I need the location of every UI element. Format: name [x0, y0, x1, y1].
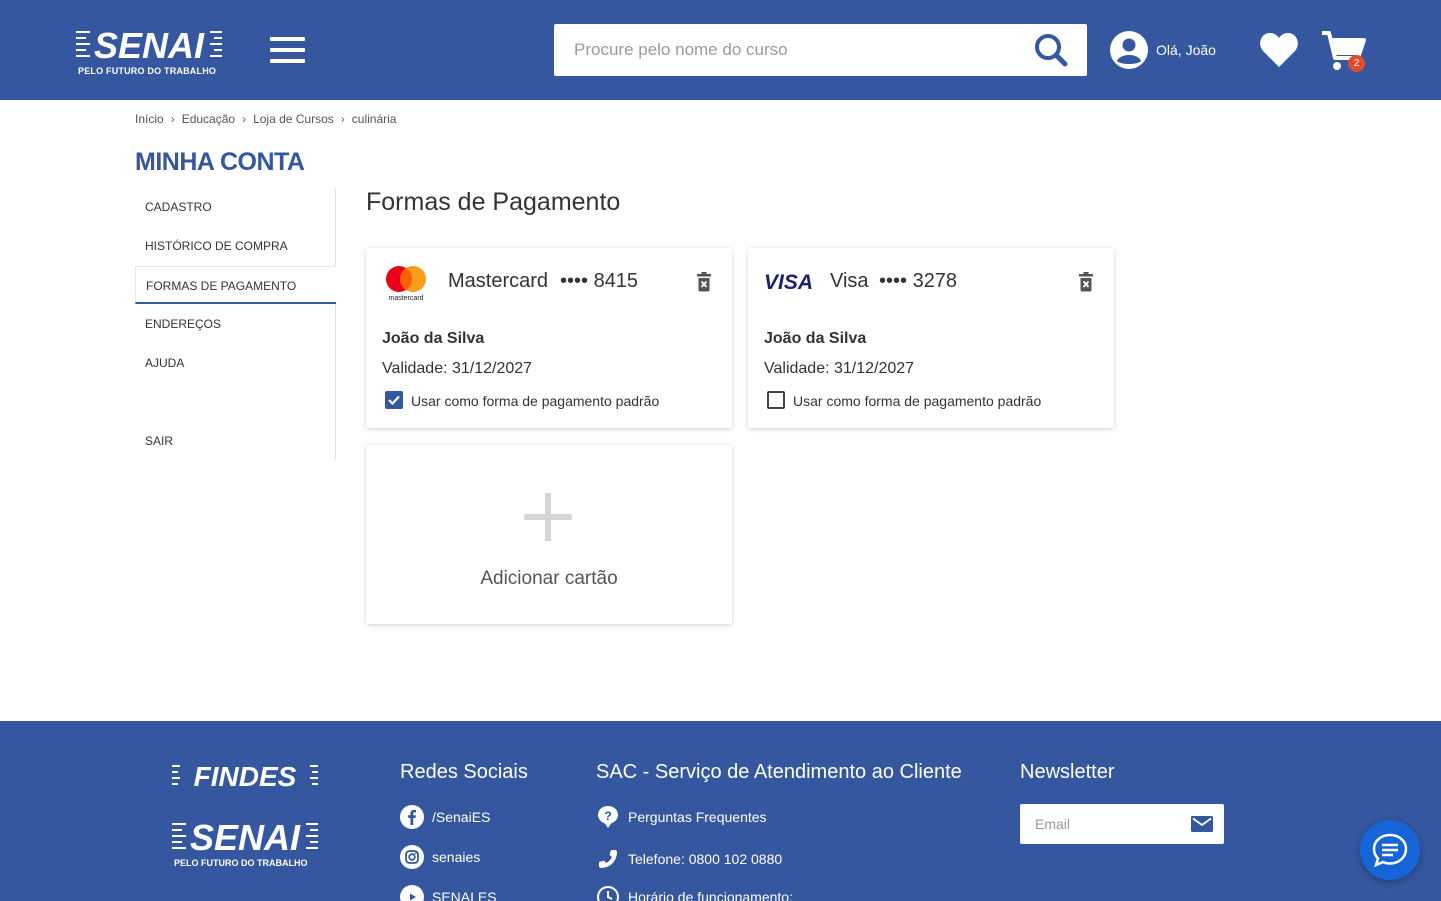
favorites-button[interactable] [1258, 30, 1300, 70]
menu-icon-bar [270, 59, 305, 63]
newsletter-title: Newsletter [1020, 761, 1115, 783]
menu-button[interactable] [270, 37, 306, 63]
chevron-right-icon: › [242, 112, 247, 126]
cart-count-badge: 2 [1348, 55, 1365, 72]
breadcrumb-education[interactable]: Educação [182, 112, 235, 126]
breadcrumb-home[interactable]: Início [135, 112, 164, 126]
svg-text:SENAI: SENAI [190, 818, 301, 858]
card-last-digits: •••• 3278 [879, 270, 958, 292]
search-input[interactable] [554, 24, 1024, 76]
clock-icon [597, 886, 619, 901]
payment-card-mastercard: mastercard Mastercard •••• 8415 João da … [366, 248, 732, 428]
card-brand-name: Visa [830, 270, 869, 292]
default-payment-label: Usar como forma de pagamento padrão [793, 393, 1042, 409]
sac-link-hours[interactable]: Horário de funcionamento: [596, 885, 793, 901]
search-icon [1035, 34, 1068, 67]
svg-text:?: ? [604, 809, 611, 823]
chat-button[interactable] [1360, 820, 1420, 880]
sac-link-label: Perguntas Frequentes [628, 809, 767, 825]
breadcrumb: Início › Educação › Loja de Cursos › cul… [135, 112, 396, 126]
payment-card-visa: VISA Visa •••• 3278 João da Silva Valida… [748, 248, 1114, 428]
logo-tagline: PELO FUTURO DO TRABALHO [78, 66, 217, 76]
sac-link-phone[interactable]: Telefone: 0800 102 0880 [596, 847, 782, 871]
menu-icon-bar [270, 48, 305, 52]
newsletter-submit-button[interactable] [1190, 814, 1214, 834]
add-card-label: Adicionar cartão [480, 568, 618, 589]
trash-icon [697, 272, 711, 292]
envelope-icon [1191, 816, 1213, 832]
default-payment-checkbox[interactable] [767, 391, 785, 409]
user-icon [1110, 31, 1148, 69]
svg-text:PELO FUTURO DO TRABALHO: PELO FUTURO DO TRABALHO [174, 858, 308, 868]
social-link-label: SENAI ES [432, 889, 497, 901]
account-sidebar: CADASTRO HISTÓRICO DE COMPRA FORMAS DE P… [135, 188, 336, 460]
social-link-facebook[interactable]: /SenaiES [400, 805, 490, 829]
heart-icon [1260, 33, 1298, 67]
sidebar-item-historico[interactable]: HISTÓRICO DE COMPRA [135, 227, 336, 265]
chevron-right-icon: › [340, 112, 345, 126]
svg-text:mastercard: mastercard [388, 295, 423, 302]
social-link-label: /SenaiES [432, 809, 491, 825]
newsletter-email-input[interactable] [1020, 804, 1180, 844]
page-title: Formas de Pagamento [366, 188, 621, 216]
sac-link-label: Telefone: 0800 102 0880 [628, 851, 783, 867]
mastercard-logo-icon: mastercard [386, 266, 426, 302]
question-icon: ? [598, 806, 618, 828]
card-brand-name: Mastercard [448, 270, 549, 292]
social-link-youtube[interactable]: SENAI ES [400, 885, 497, 901]
svg-text:SENAI: SENAI [94, 26, 205, 62]
user-account-button[interactable]: Olá, João [1110, 30, 1216, 70]
svg-text:VISA: VISA [764, 271, 812, 294]
sidebar-item-enderecos[interactable]: ENDEREÇOS [135, 305, 336, 343]
menu-icon [270, 37, 305, 41]
sidebar-item-cadastro[interactable]: CADASTRO [135, 188, 336, 226]
senai-footer-logo[interactable]: SENAI PELO FUTURO DO TRABALHO [172, 818, 318, 870]
phone-icon [599, 850, 617, 868]
account-title: MINHA CONTA [135, 148, 305, 176]
newsletter-form [1020, 804, 1224, 844]
instagram-icon [400, 845, 424, 869]
footer: FINDES SENAI PELO FUTURO DO TRABALHO Red… [0, 721, 1441, 901]
svg-text:FINDES: FINDES [194, 761, 297, 789]
youtube-icon [400, 885, 424, 901]
sac-title: SAC - Serviço de Atendimento ao Cliente [596, 761, 962, 783]
header: SENAI PELO FUTURO DO TRABALHO Olá, João [0, 0, 1441, 100]
social-title: Redes Sociais [400, 761, 528, 783]
sidebar-item-formas-pagamento[interactable]: FORMAS DE PAGAMENTO [135, 266, 336, 304]
sac-link-label: Horário de funcionamento: [628, 889, 793, 901]
card-validity: Validade: 31/12/2027 [382, 360, 533, 377]
senai-logo[interactable]: SENAI PELO FUTURO DO TRABALHO [76, 26, 222, 78]
card-validity: Validade: 31/12/2027 [764, 360, 915, 377]
social-link-label: senaies [432, 849, 481, 865]
sac-link-faq[interactable]: ? Perguntas Frequentes [596, 805, 767, 829]
breadcrumb-store[interactable]: Loja de Cursos [253, 112, 334, 126]
social-link-instagram[interactable]: senaies [400, 845, 480, 869]
user-greeting: Olá, João [1156, 42, 1216, 58]
card-last-digits: •••• 8415 [560, 270, 639, 292]
plus-icon [524, 493, 572, 541]
visa-logo-icon: VISA [764, 271, 812, 294]
delete-card-button[interactable] [1078, 272, 1094, 292]
delete-card-button[interactable] [696, 272, 712, 292]
senai-logo-wordmark: SENAI [76, 26, 222, 62]
card-holder-name: João da Silva [382, 330, 485, 347]
card-holder-name: João da Silva [764, 330, 867, 347]
search-button[interactable] [1032, 32, 1072, 68]
default-payment-label: Usar como forma de pagamento padrão [411, 393, 660, 409]
sidebar-item-sair[interactable]: SAIR [135, 422, 336, 460]
default-payment-checkbox[interactable] [385, 391, 403, 409]
facebook-icon [400, 805, 424, 829]
search-box [554, 24, 1087, 76]
trash-icon [1079, 272, 1093, 292]
breadcrumb-current[interactable]: culinária [352, 112, 397, 126]
checkmark-icon [388, 395, 400, 406]
chat-icon [1372, 833, 1408, 868]
sidebar-item-ajuda[interactable]: AJUDA [135, 344, 336, 382]
findes-logo[interactable]: FINDES [172, 761, 320, 789]
chevron-right-icon: › [170, 112, 175, 126]
